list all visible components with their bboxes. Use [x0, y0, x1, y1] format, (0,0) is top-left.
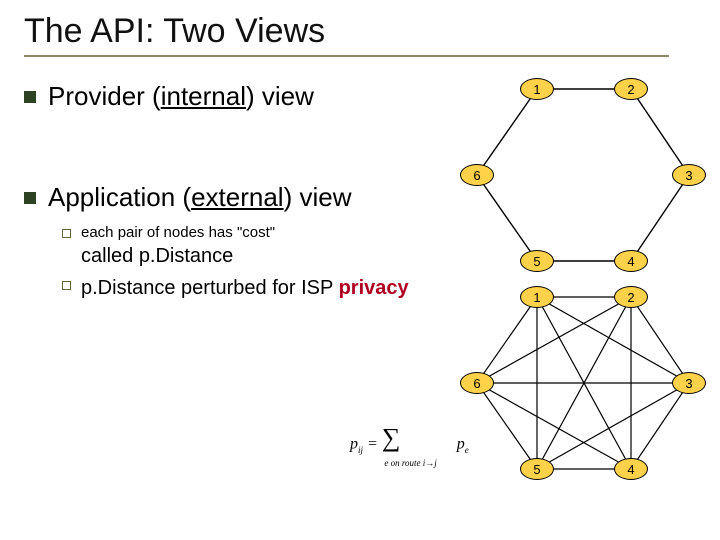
graph-node-6: 6	[460, 164, 494, 186]
provider-graph: 123456	[450, 72, 700, 282]
application-suffix: ) view	[284, 182, 352, 212]
hollow-bullet-icon	[62, 281, 71, 290]
graph-node-3: 3	[672, 164, 706, 186]
square-bullet-icon	[24, 192, 36, 204]
graph-node-5: 5	[520, 250, 554, 272]
graph-node-2: 2	[614, 286, 648, 308]
graph-node-3: 3	[672, 372, 706, 394]
graph-node-1: 1	[520, 286, 554, 308]
sub-b-big: p.Distance perturbed for ISP	[81, 277, 339, 299]
sub-a-small: each pair of nodes has "cost"	[81, 224, 275, 241]
graph-node-6: 6	[460, 372, 494, 394]
graph-node-5: 5	[520, 458, 554, 480]
slide-title: The API: Two Views	[24, 12, 696, 51]
application-label: Application (external) view	[48, 182, 351, 213]
formula-eq: =	[363, 436, 382, 453]
sub-b-privacy: privacy	[339, 277, 409, 299]
formula-under: e on route i→j	[384, 458, 436, 468]
application-accent: external	[191, 182, 284, 212]
provider-suffix: ) view	[246, 81, 314, 111]
provider-prefix: Provider (	[48, 81, 161, 111]
title-underline	[24, 55, 669, 57]
graph-node-1: 1	[520, 78, 554, 100]
application-prefix: Application (	[48, 182, 191, 212]
hollow-bullet-icon	[62, 229, 71, 238]
provider-accent: internal	[161, 81, 246, 111]
square-bullet-icon	[24, 91, 36, 103]
application-graph: 123456	[450, 280, 700, 500]
graph-node-2: 2	[614, 78, 648, 100]
formula-p: p	[350, 436, 358, 453]
graph-node-4: 4	[614, 458, 648, 480]
sub-a-big: called p.Distance	[81, 243, 275, 269]
graph-node-4: 4	[614, 250, 648, 272]
provider-label: Provider (internal) view	[48, 81, 314, 112]
sigma-icon: ∑	[382, 423, 401, 453]
